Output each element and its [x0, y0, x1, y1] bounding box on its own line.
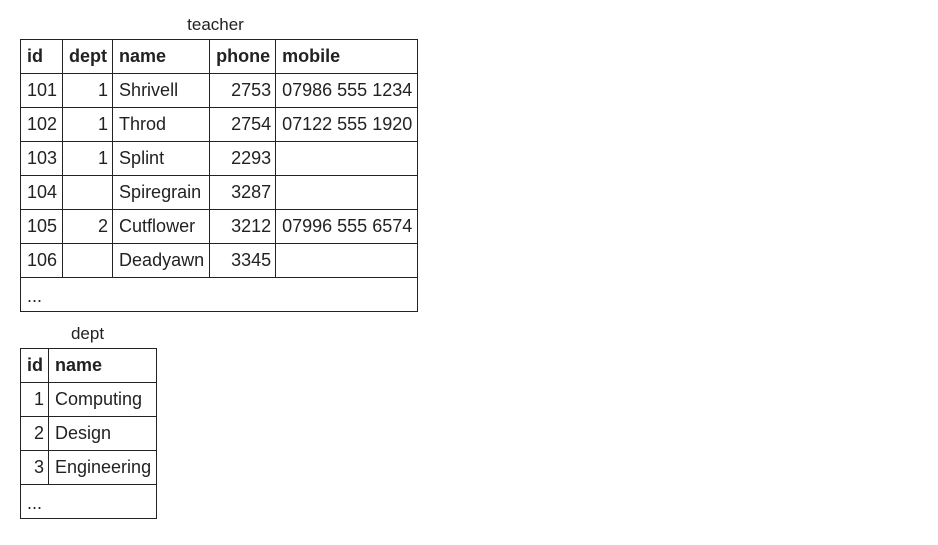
- teacher-cell-dept: [62, 243, 114, 278]
- teacher-cell-dept: [62, 175, 114, 210]
- teacher-cell-phone: 2753: [209, 73, 277, 108]
- teacher-cell-dept: 1: [62, 73, 114, 108]
- table-row: 106 Deadyawn 3345: [19, 243, 419, 278]
- teacher-cell-mobile: [275, 175, 419, 210]
- dept-cell-name: Engineering: [47, 450, 158, 485]
- dept-more-ellipsis: ...: [19, 484, 158, 519]
- teacher-header-phone: phone: [209, 39, 277, 74]
- teacher-cell-id: 105: [19, 209, 64, 244]
- teacher-cell-id: 102: [19, 107, 64, 142]
- teacher-more-row: ...: [19, 277, 419, 312]
- teacher-cell-phone: 2293: [209, 141, 277, 176]
- teacher-cell-id: 103: [19, 141, 64, 176]
- dept-cell-name: Design: [47, 416, 158, 451]
- dept-cell-id: 3: [20, 450, 49, 485]
- dept-table-block: dept id name 1 Computing 2 Design 3 Engi…: [19, 323, 158, 519]
- teacher-table-block: teacher id dept name phone mobile 101 1 …: [19, 14, 419, 312]
- teacher-cell-dept: 1: [62, 107, 114, 142]
- dept-header-name: name: [47, 348, 158, 383]
- teacher-cell-id: 106: [19, 243, 64, 278]
- teacher-header-row: id dept name phone mobile: [19, 39, 419, 74]
- table-row: 3 Engineering: [20, 450, 158, 485]
- table-row: 105 2 Cutflower 3212 07996 555 6574: [19, 209, 419, 244]
- teacher-table-caption: teacher: [187, 15, 244, 34]
- teacher-cell-dept: 2: [62, 209, 114, 244]
- teacher-header-mobile: mobile: [275, 39, 419, 74]
- table-row: 102 1 Throd 2754 07122 555 1920: [19, 107, 419, 142]
- dept-table-caption: dept: [70, 324, 105, 343]
- teacher-cell-phone: 2754: [209, 107, 277, 142]
- teacher-cell-dept: 1: [62, 141, 114, 176]
- teacher-header-name: name: [112, 39, 211, 74]
- teacher-cell-mobile: 07996 555 6574: [275, 209, 419, 244]
- teacher-cell-id: 104: [19, 175, 64, 210]
- teacher-cell-phone: 3212: [209, 209, 277, 244]
- dept-cell-id: 1: [20, 382, 49, 417]
- teacher-cell-name: Throd: [112, 107, 211, 142]
- table-row: 103 1 Splint 2293: [19, 141, 419, 176]
- teacher-cell-mobile: [275, 141, 419, 176]
- teacher-cell-name: Shrivell: [112, 73, 211, 108]
- teacher-cell-mobile: 07122 555 1920: [275, 107, 419, 142]
- teacher-cell-phone: 3287: [209, 175, 277, 210]
- teacher-cell-mobile: [275, 243, 419, 278]
- table-row: 101 1 Shrivell 2753 07986 555 1234: [19, 73, 419, 108]
- teacher-table: id dept name phone mobile 101 1 Shrivell…: [19, 39, 419, 312]
- dept-cell-id: 2: [20, 416, 49, 451]
- table-row: 1 Computing: [20, 382, 158, 417]
- table-row: 2 Design: [20, 416, 158, 451]
- dept-table: id name 1 Computing 2 Design 3 Engineeri…: [19, 348, 158, 519]
- dept-cell-name: Computing: [47, 382, 158, 417]
- teacher-header-dept: dept: [62, 39, 114, 74]
- teacher-cell-name: Deadyawn: [112, 243, 211, 278]
- dept-more-row: ...: [19, 484, 158, 519]
- teacher-cell-name: Splint: [112, 141, 211, 176]
- teacher-cell-name: Cutflower: [112, 209, 211, 244]
- table-row: 104 Spiregrain 3287: [19, 175, 419, 210]
- teacher-cell-phone: 3345: [209, 243, 277, 278]
- teacher-cell-id: 101: [19, 73, 64, 108]
- dept-header-id: id: [20, 348, 49, 383]
- teacher-header-id: id: [19, 39, 64, 74]
- teacher-cell-name: Spiregrain: [112, 175, 211, 210]
- dept-header-row: id name: [20, 348, 158, 383]
- teacher-more-ellipsis: ...: [19, 277, 419, 312]
- teacher-cell-mobile: 07986 555 1234: [275, 73, 419, 108]
